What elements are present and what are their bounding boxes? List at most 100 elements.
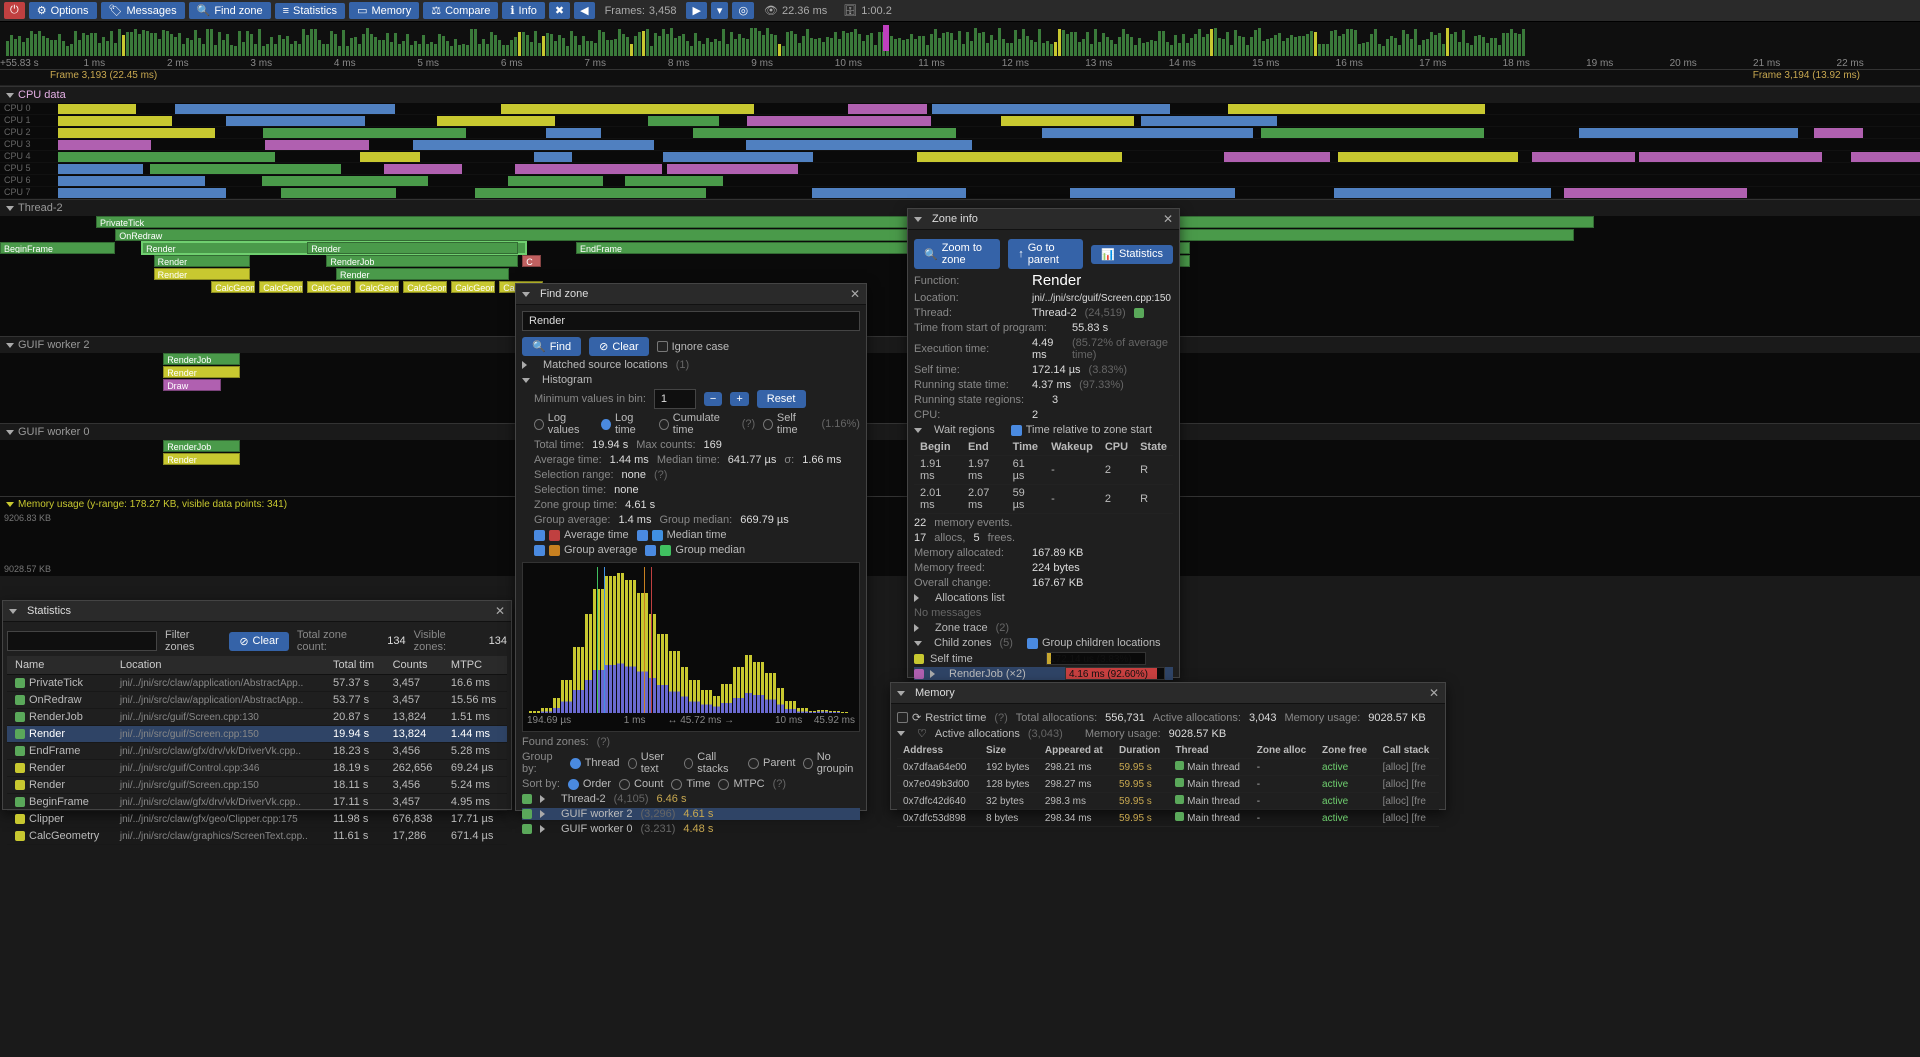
table-row[interactable]: 0x7dfc53d8988 bytes298.34 ms59.95 s Main…: [897, 810, 1439, 827]
restrict-time-checkbox[interactable]: ⟳ Restrict time: [897, 711, 986, 724]
child-zone-row[interactable]: Self time 172.14 us (3.83%): [914, 652, 1173, 665]
table-row[interactable]: 0x7dfc42d64032 bytes298.3 ms59.95 s Main…: [897, 793, 1439, 810]
found-thread-row[interactable]: GUIF worker 0 (3.231) 4.48 s: [522, 823, 860, 835]
zone-r[interactable]: C: [522, 255, 541, 267]
compare-button[interactable]: ⚖ Compare: [423, 2, 498, 19]
min-bin-input[interactable]: [654, 389, 696, 409]
dec-button[interactable]: −: [704, 392, 722, 406]
log-values-checkbox[interactable]: Log values: [534, 412, 593, 436]
tools-button[interactable]: ✖: [549, 2, 570, 19]
cumulate-checkbox[interactable]: Cumulate time: [659, 412, 734, 436]
clear-button[interactable]: ⊘ Clear: [589, 337, 649, 356]
findzone-search-input[interactable]: [522, 311, 860, 331]
zone-gw2-draw[interactable]: Draw: [163, 379, 221, 391]
allocations-list-toggle[interactable]: Allocations list: [935, 592, 1005, 604]
table-row[interactable]: 0x7dfaa64e00192 bytes298.21 ms59.95 s Ma…: [897, 759, 1439, 776]
group-avg-checkbox[interactable]: Group average: [534, 544, 637, 556]
sortby-mtpc[interactable]: MTPC: [718, 778, 764, 790]
groupby-call[interactable]: Call stacks: [684, 751, 740, 775]
zone-calcgeometry[interactable]: CalcGeome: [307, 281, 351, 293]
inc-button[interactable]: +: [730, 392, 748, 406]
power-button[interactable]: ⏻: [4, 2, 25, 19]
sortby-count[interactable]: Count: [619, 778, 663, 790]
group-children-checkbox[interactable]: Group children locations: [1027, 637, 1161, 649]
table-row[interactable]: CalcGeometryjni/../jni/src/claw/graphics…: [7, 828, 507, 845]
cpu-row[interactable]: CPU 1: [0, 115, 1920, 127]
messages-button[interactable]: 🏷 Messages: [101, 2, 185, 19]
zone-renderjob[interactable]: RenderJob: [326, 255, 518, 267]
zoom-to-zone-button[interactable]: 🔍 Zoom to zone: [914, 239, 1000, 269]
table-row[interactable]: BeginFramejni/../jni/src/claw/gfx/drv/vk…: [7, 794, 507, 811]
zone-render3[interactable]: Render: [336, 268, 509, 280]
table-row[interactable]: 1.91 ms1.97 ms61 µs-2R: [914, 456, 1173, 485]
sortby-order[interactable]: Order: [568, 778, 611, 790]
table-row[interactable]: Renderjni/../jni/src/guif/Screen.cpp:150…: [7, 777, 507, 794]
cpu-row[interactable]: CPU 5: [0, 163, 1920, 175]
cpu-row[interactable]: CPU 0: [0, 103, 1920, 115]
zone-privatetick[interactable]: PrivateTick: [96, 216, 1594, 228]
options-button[interactable]: ⚙ Options: [29, 2, 97, 19]
table-row[interactable]: Renderjni/../jni/src/guif/Control.cpp:34…: [7, 760, 507, 777]
zone-calcgeometry[interactable]: CalcGeome: [259, 281, 303, 293]
table-row[interactable]: Clipperjni/../jni/src/claw/gfx/geo/Clipp…: [7, 811, 507, 828]
statistics-button[interactable]: ≡ Statistics: [275, 3, 345, 19]
ignore-case-checkbox[interactable]: Ignore case: [657, 341, 729, 353]
groupby-thread[interactable]: Thread: [570, 757, 620, 769]
zone-render2[interactable]: Render: [154, 255, 250, 267]
time-relative-checkbox[interactable]: Time relative to zone start: [1011, 424, 1152, 436]
findzone-button[interactable]: 🔍 Find zone: [189, 2, 271, 19]
open-frame-button[interactable]: ▾: [711, 2, 729, 19]
zone-gw0-render[interactable]: Render: [163, 453, 240, 465]
filter-input[interactable]: [7, 631, 157, 651]
groupby-parent[interactable]: Parent: [748, 757, 795, 769]
group-median-checkbox[interactable]: Group median: [645, 544, 745, 556]
zone-render-y[interactable]: Render: [154, 268, 250, 280]
memory-button[interactable]: ▭ Memory: [349, 2, 419, 19]
found-thread-row[interactable]: Thread-2 (4,105) 6.46 s: [522, 793, 860, 805]
table-row[interactable]: 0x7e049b3d00128 bytes298.27 ms59.95 s Ma…: [897, 776, 1439, 793]
table-row[interactable]: EndFramejni/../jni/src/claw/gfx/drv/vk/D…: [7, 743, 507, 760]
zone-gw2-renderjob[interactable]: RenderJob: [163, 353, 240, 365]
cpu-row[interactable]: CPU 3: [0, 139, 1920, 151]
log-time-checkbox[interactable]: Log time: [601, 412, 651, 436]
cpu-row[interactable]: CPU 4: [0, 151, 1920, 163]
cpu-row[interactable]: CPU 6: [0, 175, 1920, 187]
table-row[interactable]: RenderJobjni/../jni/src/guif/Screen.cpp:…: [7, 709, 507, 726]
find-button[interactable]: 🔍 Find: [522, 337, 581, 356]
zone-gw2-render[interactable]: Render: [163, 366, 240, 378]
self-time-checkbox[interactable]: Self time: [763, 412, 813, 436]
zone-calcgeometry[interactable]: CalcGeome: [451, 281, 495, 293]
table-row[interactable]: Renderjni/../jni/src/guif/Screen.cpp:150…: [7, 726, 507, 743]
avg-time-checkbox[interactable]: Average time: [534, 529, 629, 541]
zone-calcgeometry[interactable]: CalcGeome: [355, 281, 399, 293]
info-button[interactable]: ℹ Info: [502, 2, 545, 19]
child-zone-row[interactable]: RenderJob (×2)4.16 ms (92.60%): [914, 667, 1173, 680]
median-time-checkbox[interactable]: Median time: [637, 529, 727, 541]
table-row[interactable]: PrivateTickjni/../jni/src/claw/applicati…: [7, 675, 507, 692]
close-icon[interactable]: ✕: [1429, 686, 1439, 700]
zone-statistics-button[interactable]: 📊 Statistics: [1091, 245, 1173, 264]
go-to-parent-button[interactable]: ↑ Go to parent: [1008, 239, 1083, 269]
sortby-time[interactable]: Time: [671, 778, 710, 790]
zone-calcgeometry[interactable]: CalcGeome: [403, 281, 447, 293]
groupby-none[interactable]: No groupin: [803, 751, 860, 775]
frames-overview[interactable]: +55.83 s1 ms2 ms3 ms4 ms5 ms6 ms7 ms8 ms…: [0, 22, 1920, 70]
zone-calcgeometry[interactable]: CalcGeome: [211, 281, 255, 293]
groupby-user[interactable]: User text: [628, 751, 676, 775]
cpu-data-header[interactable]: CPU data: [0, 86, 1920, 103]
close-icon[interactable]: ✕: [1163, 212, 1173, 226]
found-thread-row[interactable]: GUIF worker 2 (3,296) 4.61 s: [522, 808, 860, 820]
table-row[interactable]: OnRedrawjni/../jni/src/claw/application/…: [7, 692, 507, 709]
zone-render[interactable]: Render: [307, 242, 518, 254]
close-icon[interactable]: ✕: [850, 287, 860, 301]
zone-gw0-renderjob[interactable]: RenderJob: [163, 440, 240, 452]
findzone-histogram[interactable]: 194.69 µs 1 ms 10 ms ↔ 45.72 ms → 45.92 …: [522, 562, 860, 732]
cpu-row[interactable]: CPU 2: [0, 127, 1920, 139]
prev-frame-button[interactable]: ◀: [574, 2, 594, 19]
reset-button[interactable]: Reset: [757, 390, 806, 408]
close-icon[interactable]: ✕: [495, 604, 505, 618]
table-row[interactable]: 2.01 ms2.07 ms59 µs-2R: [914, 485, 1173, 514]
zone-onredraw[interactable]: OnRedraw: [115, 229, 1574, 241]
zone-beginframe[interactable]: BeginFrame: [0, 242, 115, 254]
target-button[interactable]: ◎: [732, 2, 754, 19]
